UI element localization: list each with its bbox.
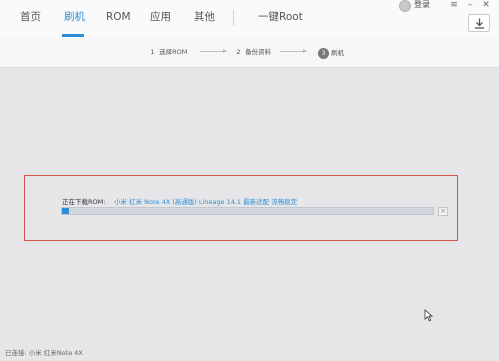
step-label: 备份资料 xyxy=(245,48,272,56)
mouse-cursor-icon xyxy=(424,309,433,322)
menu-icon[interactable]: ≡ xyxy=(448,0,460,12)
download-progress-panel: 正在下载ROM: 小米 红米 Note 4X (高通版) Lineage 14.… xyxy=(24,175,458,241)
nav-divider xyxy=(233,10,234,26)
minimize-icon[interactable]: – xyxy=(464,0,476,12)
step-label: 选择ROM xyxy=(159,48,188,56)
login-link[interactable]: 登录 xyxy=(414,0,430,10)
step-label: 刷机 xyxy=(331,49,345,57)
tab-home[interactable]: 首页 xyxy=(20,9,41,25)
download-status-label: 正在下载ROM: xyxy=(62,198,106,206)
step-backup: 2 备份资料 xyxy=(234,48,271,57)
tab-rom[interactable]: ROM xyxy=(106,9,131,25)
step-number: 2 xyxy=(236,48,241,56)
step-arrow-icon xyxy=(280,49,307,53)
download-icon xyxy=(475,18,484,29)
tab-one-click-root[interactable]: 一键Root xyxy=(258,9,303,25)
close-icon[interactable]: ✕ xyxy=(480,0,492,12)
device-connection-status: 已连接: 小米 红米Note 4X xyxy=(5,349,83,357)
top-navigation-bar: 首页 刷机 ROM 应用 其他 一键Root 登录 ≡ – ✕ xyxy=(0,0,499,38)
user-avatar-icon[interactable] xyxy=(399,0,411,12)
tab-other[interactable]: 其他 xyxy=(194,9,215,25)
step-flash: 3 刷机 xyxy=(318,48,344,59)
tab-flash[interactable]: 刷机 xyxy=(64,9,85,25)
active-tab-indicator xyxy=(62,34,84,37)
cancel-download-button[interactable]: × xyxy=(438,207,448,216)
step-number: 1 xyxy=(150,48,155,56)
step-select-rom: 1 选择ROM xyxy=(148,48,187,57)
download-progress-bar xyxy=(61,207,434,215)
step-arrow-icon xyxy=(200,49,227,53)
download-progress-fill xyxy=(62,208,70,214)
tab-apps[interactable]: 应用 xyxy=(150,9,171,25)
rom-name-link[interactable]: 小米 红米 Note 4X (高通版) Lineage 14.1 最新适配 流畅… xyxy=(114,196,297,206)
download-manager-button[interactable] xyxy=(468,14,490,32)
step-number-current: 3 xyxy=(318,48,329,59)
progress-steps: 1 选择ROM 2 备份资料 3 刷机 xyxy=(0,38,499,68)
